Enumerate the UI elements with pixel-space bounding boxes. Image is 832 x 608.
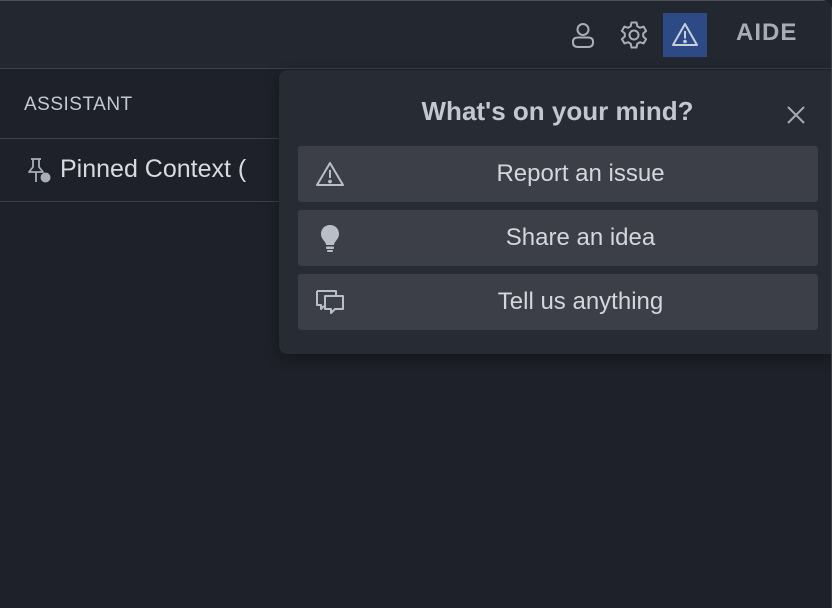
- popup-title: What's on your mind?: [421, 96, 694, 126]
- feedback-popup: What's on your mind? Report an issue Sha…: [279, 70, 832, 354]
- warning-icon: [314, 158, 346, 190]
- report-issue-label: Report an issue: [496, 160, 665, 187]
- share-idea-button[interactable]: Share an idea: [298, 210, 818, 266]
- app-name: AIDE: [736, 19, 798, 46]
- feedback-warning-icon[interactable]: [663, 13, 707, 57]
- lightbulb-icon: [314, 222, 346, 254]
- pinned-context-label: Pinned Context (: [60, 155, 247, 183]
- gear-icon[interactable]: [612, 13, 656, 57]
- report-issue-button[interactable]: Report an issue: [298, 146, 818, 202]
- close-icon[interactable]: [783, 102, 809, 128]
- panel-title: ASSISTANT: [24, 94, 133, 115]
- share-idea-label: Share an idea: [505, 224, 656, 251]
- tell-us-anything-button[interactable]: Tell us anything: [298, 274, 818, 330]
- account-icon[interactable]: [561, 13, 605, 57]
- tell-us-anything-label: Tell us anything: [497, 288, 664, 315]
- pin-icon: [24, 156, 54, 186]
- app-window: AIDE ASSISTANT Pinned Context ( What's o…: [0, 0, 832, 608]
- chat-bubbles-icon: [314, 286, 346, 318]
- title-bar: AIDE: [0, 1, 832, 69]
